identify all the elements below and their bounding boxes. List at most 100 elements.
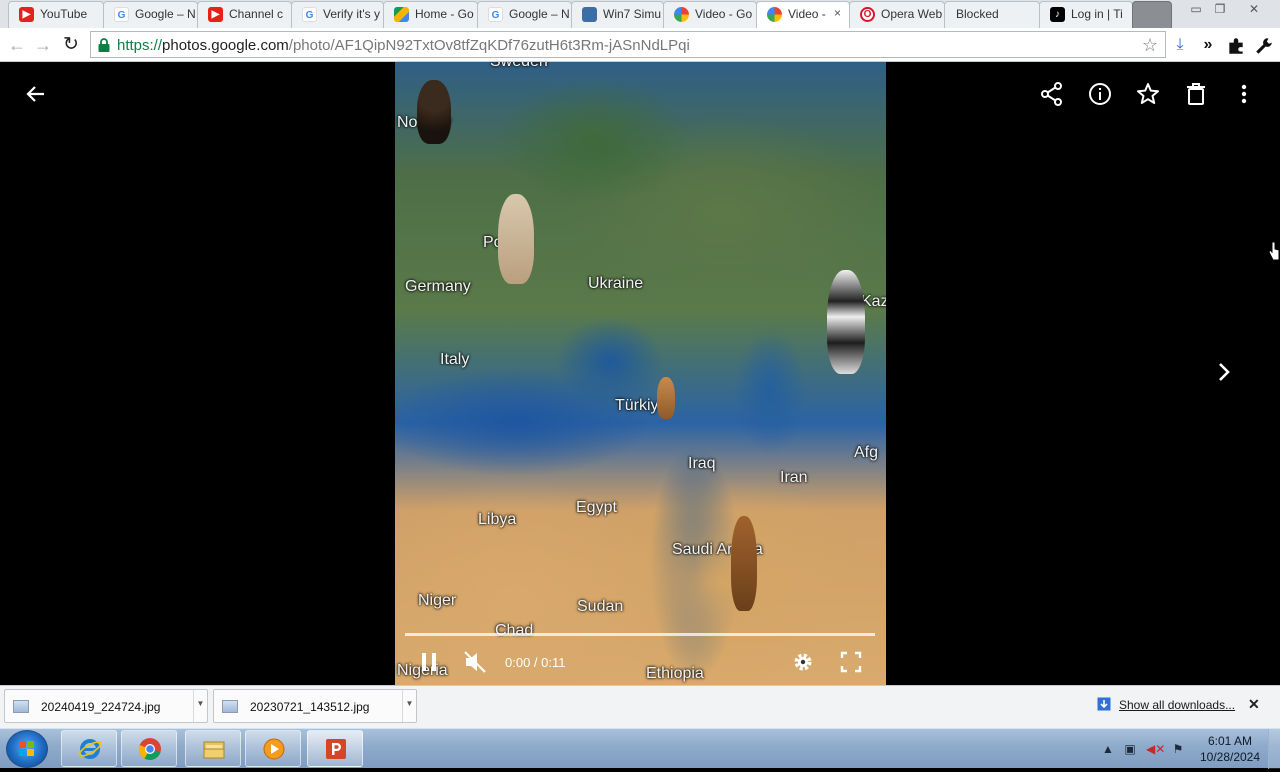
map-label: Libya [478, 511, 517, 528]
info-icon[interactable] [1086, 80, 1114, 108]
chrome-icon [138, 738, 161, 760]
restore-icon[interactable]: ❐ [1208, 0, 1232, 18]
youtube-icon: ▶ [19, 7, 34, 22]
tab-channel[interactable]: ▶ Channel c [197, 1, 292, 28]
pause-icon[interactable] [417, 649, 441, 675]
settings-gear-icon[interactable] [791, 649, 815, 675]
tab-opera[interactable]: O Opera Web [849, 1, 945, 28]
tab-video-active[interactable]: Video - × [756, 1, 850, 28]
close-window-icon[interactable]: ✕ [1242, 0, 1266, 18]
show-desktop-button[interactable] [1268, 729, 1280, 769]
taskbar-chrome[interactable] [121, 730, 177, 767]
clock-time[interactable]: 6:01 AM [1198, 734, 1262, 748]
map-label: Iran [780, 469, 808, 486]
map-label: Iraq [688, 455, 716, 472]
tab-youtube[interactable]: ▶ YouTube [8, 1, 104, 28]
tab-title: Google – N [135, 7, 196, 21]
dropdown-arrow-icon[interactable]: ▼ [193, 690, 207, 722]
taskbar-powerpoint[interactable] [307, 730, 363, 767]
dropdown-arrow-icon[interactable]: ▼ [402, 690, 416, 722]
close-shelf-icon[interactable]: ✕ [1248, 696, 1260, 713]
bookmark-star-icon[interactable]: ☆ [1142, 35, 1158, 56]
url-text: https://photos.google.com/photo/AF1QipN9… [117, 37, 690, 54]
wrench-menu-icon[interactable] [1254, 35, 1274, 57]
show-all-downloads-link[interactable]: Show all downloads... [1119, 698, 1235, 712]
tab-title: Win7 Simu [603, 7, 662, 21]
back-icon[interactable]: ← [6, 34, 28, 56]
map-label: Sweden [490, 62, 548, 71]
show-hidden-icons-icon[interactable]: ▲ [1100, 741, 1116, 757]
download-filename: 20230721_143512.jpg [250, 700, 370, 714]
volume-muted-icon[interactable]: ◀✕ [1146, 741, 1165, 757]
extensions-puzzle-icon[interactable] [1226, 35, 1246, 57]
google-icon: G [114, 7, 129, 22]
animal-figure [827, 270, 865, 374]
tab-title: Video - [788, 7, 826, 21]
windows-taskbar: ▲ ▣ ◀✕ ⚑ 6:01 AM 10/28/2024 [0, 728, 1280, 769]
minimize-icon[interactable]: ▭ [1184, 0, 1208, 18]
tab-title: Home - Go [415, 7, 474, 21]
map-label: Sudan [577, 598, 624, 615]
tab-blocked[interactable]: Blocked [944, 1, 1040, 28]
address-bar[interactable]: https://photos.google.com/photo/AF1QipN9… [90, 31, 1166, 58]
network-icon[interactable]: ▣ [1122, 741, 1138, 757]
map-label: Italy [440, 351, 470, 368]
tab-verify[interactable]: G Verify it's y [291, 1, 384, 28]
tab-google-2[interactable]: G Google – N [477, 1, 572, 28]
download-icon[interactable]: ⤓ [1170, 34, 1190, 56]
forward-icon[interactable]: → [32, 34, 54, 56]
hand-cursor-icon [1268, 241, 1280, 261]
reload-icon[interactable]: ↻ [60, 34, 82, 56]
more-options-icon[interactable] [1230, 80, 1258, 108]
map-label: Chad [495, 622, 534, 639]
video-progress-bar[interactable] [405, 633, 875, 636]
windows-icon [582, 7, 597, 22]
download-item[interactable]: 20230721_143512.jpg ▼ [213, 689, 417, 723]
overflow-chevron-icon[interactable]: » [1198, 34, 1218, 56]
new-tab-button[interactable] [1132, 1, 1172, 28]
downloads-arrow-icon [1097, 697, 1111, 711]
download-shelf: 20240419_224724.jpg ▼ 20230721_143512.jp… [0, 685, 1280, 728]
muted-volume-icon[interactable] [463, 649, 487, 675]
action-center-flag-icon[interactable]: ⚑ [1170, 741, 1186, 757]
tab-drive-home[interactable]: Home - Go [383, 1, 478, 28]
tab-title: Video - Go [695, 7, 753, 21]
taskbar-file-explorer[interactable] [185, 730, 241, 767]
google-drive-icon [394, 7, 409, 22]
video-time: 0:00 / 0:11 [505, 655, 566, 670]
back-arrow-icon[interactable] [22, 80, 50, 108]
google-icon: G [488, 7, 503, 22]
google-photos-icon [674, 7, 689, 22]
url-path: /photo/AF1QipN92TxtOv8tfZqKDf76zutH6t3Rm… [288, 37, 690, 54]
taskbar-media-player[interactable] [245, 730, 301, 767]
tab-tiktok[interactable]: ♪ Log in | Ti [1039, 1, 1133, 28]
animal-figure [657, 377, 675, 419]
tab-win7-simulator[interactable]: Win7 Simu [571, 1, 664, 28]
share-icon[interactable] [1038, 80, 1066, 108]
url-host: photos.google.com [162, 37, 289, 54]
video-player[interactable]: Sweden Norway Poland Germany Ukraine Ita… [395, 62, 886, 685]
youtube-icon: ▶ [208, 7, 223, 22]
animal-figure [417, 80, 451, 144]
download-item[interactable]: 20240419_224724.jpg ▼ [4, 689, 208, 723]
trash-icon[interactable] [1182, 80, 1210, 108]
browser-tab-strip: ▶ YouTube G Google – N ▶ Channel c G Ver… [0, 0, 1280, 28]
google-icon: G [302, 7, 317, 22]
fullscreen-icon[interactable] [839, 649, 863, 675]
tab-title: Google – N [509, 7, 570, 21]
photo-viewer: Sweden Norway Poland Germany Ukraine Ita… [0, 62, 1280, 685]
tab-google-1[interactable]: G Google – N [103, 1, 198, 28]
start-button[interactable] [6, 730, 48, 768]
download-filename: 20240419_224724.jpg [41, 700, 161, 714]
close-tab-icon[interactable]: × [834, 6, 841, 20]
favorite-star-icon[interactable] [1134, 80, 1162, 108]
animal-figure [731, 516, 757, 611]
next-chevron-icon[interactable] [1210, 358, 1238, 386]
tab-video-1[interactable]: Video - Go [663, 1, 757, 28]
image-file-icon [222, 700, 238, 713]
tab-title: YouTube [40, 7, 88, 21]
clock-date[interactable]: 10/28/2024 [1198, 750, 1262, 764]
media-player-icon [263, 738, 285, 760]
url-scheme: https:// [117, 37, 163, 54]
taskbar-internet-explorer[interactable] [61, 730, 117, 767]
